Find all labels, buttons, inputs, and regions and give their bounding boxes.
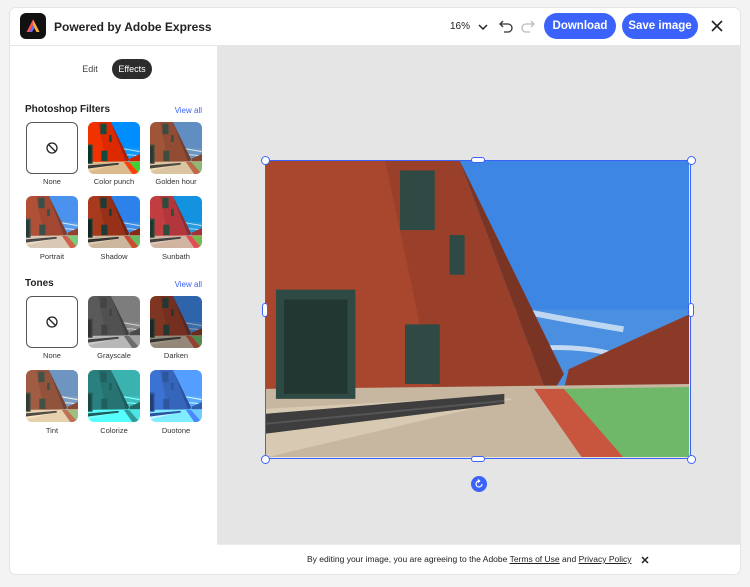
filter-color-punch-label: Color punch xyxy=(93,177,135,186)
close-icon[interactable] xyxy=(709,18,725,34)
terms-of-use-link[interactable]: Terms of Use xyxy=(510,554,560,564)
effects-sidebar: Edit Effects Photoshop Filters View all … xyxy=(10,46,217,544)
resize-handle-bottom[interactable] xyxy=(471,456,485,462)
filter-sunbath-thumb[interactable] xyxy=(150,196,202,248)
close-icon[interactable] xyxy=(639,554,651,566)
no-effect-icon xyxy=(46,142,58,154)
editor-window: Powered by Adobe Express 16% Download Sa… xyxy=(10,8,740,574)
filter-shadow-label: Shadow xyxy=(100,252,128,261)
zoom-level[interactable]: 16% xyxy=(450,21,470,32)
tone-colorize-label: Colorize xyxy=(100,426,128,435)
tone-grayscale-thumb[interactable] xyxy=(88,296,140,348)
filter-shadow-thumb[interactable] xyxy=(88,196,140,248)
tone-none-label: None xyxy=(43,351,61,360)
filter-golden-hour-thumb[interactable] xyxy=(150,122,202,174)
privacy-policy-link[interactable]: Privacy Policy xyxy=(579,554,632,564)
photoshop-filters-view-all-link[interactable]: View all xyxy=(175,106,202,115)
rotate-icon xyxy=(475,479,483,488)
rotate-handle[interactable] xyxy=(471,476,487,492)
tab-edit[interactable]: Edit xyxy=(74,59,106,79)
filter-none-thumb[interactable] xyxy=(26,122,78,174)
no-effect-icon xyxy=(46,316,58,328)
edited-image[interactable] xyxy=(265,160,691,459)
resize-handle-left[interactable] xyxy=(262,303,268,317)
chevron-down-icon[interactable] xyxy=(476,20,490,34)
undo-icon[interactable] xyxy=(498,18,514,34)
app-title: Powered by Adobe Express xyxy=(54,20,212,34)
resize-handle-top-left[interactable] xyxy=(261,156,270,165)
redo-icon[interactable] xyxy=(520,18,536,34)
filter-portrait-label: Portrait xyxy=(39,252,65,261)
resize-handle-top-right[interactable] xyxy=(687,156,696,165)
street-photo xyxy=(266,161,689,457)
filter-color-punch-thumb[interactable] xyxy=(88,122,140,174)
download-button[interactable]: Download xyxy=(544,13,616,39)
adobe-express-logo xyxy=(20,13,46,39)
resize-handle-bottom-right[interactable] xyxy=(687,455,696,464)
terms-footer: By editing your image, you are agreeing … xyxy=(217,544,740,574)
tone-colorize-thumb[interactable] xyxy=(88,370,140,422)
resize-handle-right[interactable] xyxy=(688,303,694,317)
tone-darken-thumb[interactable] xyxy=(150,296,202,348)
tone-duotone-label: Duotone xyxy=(161,426,191,435)
tone-grayscale-label: Grayscale xyxy=(97,351,131,360)
image-canvas xyxy=(217,46,740,544)
tone-none-thumb[interactable] xyxy=(26,296,78,348)
header-bar: Powered by Adobe Express 16% Download Sa… xyxy=(10,8,740,46)
photoshop-filters-title: Photoshop Filters xyxy=(25,104,110,115)
tab-effects[interactable]: Effects xyxy=(112,59,152,79)
save-image-button[interactable]: Save image xyxy=(622,13,698,39)
tone-tint-label: Tint xyxy=(45,426,59,435)
tones-view-all-link[interactable]: View all xyxy=(175,280,202,289)
terms-and: and xyxy=(562,554,577,564)
tone-tint-thumb[interactable] xyxy=(26,370,78,422)
tone-duotone-thumb[interactable] xyxy=(150,370,202,422)
tone-darken-label: Darken xyxy=(163,351,189,360)
filter-portrait-thumb[interactable] xyxy=(26,196,78,248)
filter-none-label: None xyxy=(43,177,61,186)
tones-title: Tones xyxy=(25,278,54,289)
terms-notice: By editing your image, you are agreeing … xyxy=(307,554,632,564)
filter-sunbath-label: Sunbath xyxy=(162,252,190,261)
resize-handle-bottom-left[interactable] xyxy=(261,455,270,464)
terms-prefix: By editing your image, you are agreeing … xyxy=(307,554,508,564)
resize-handle-top[interactable] xyxy=(471,157,485,163)
filter-golden-hour-label: Golden hour xyxy=(155,177,197,186)
